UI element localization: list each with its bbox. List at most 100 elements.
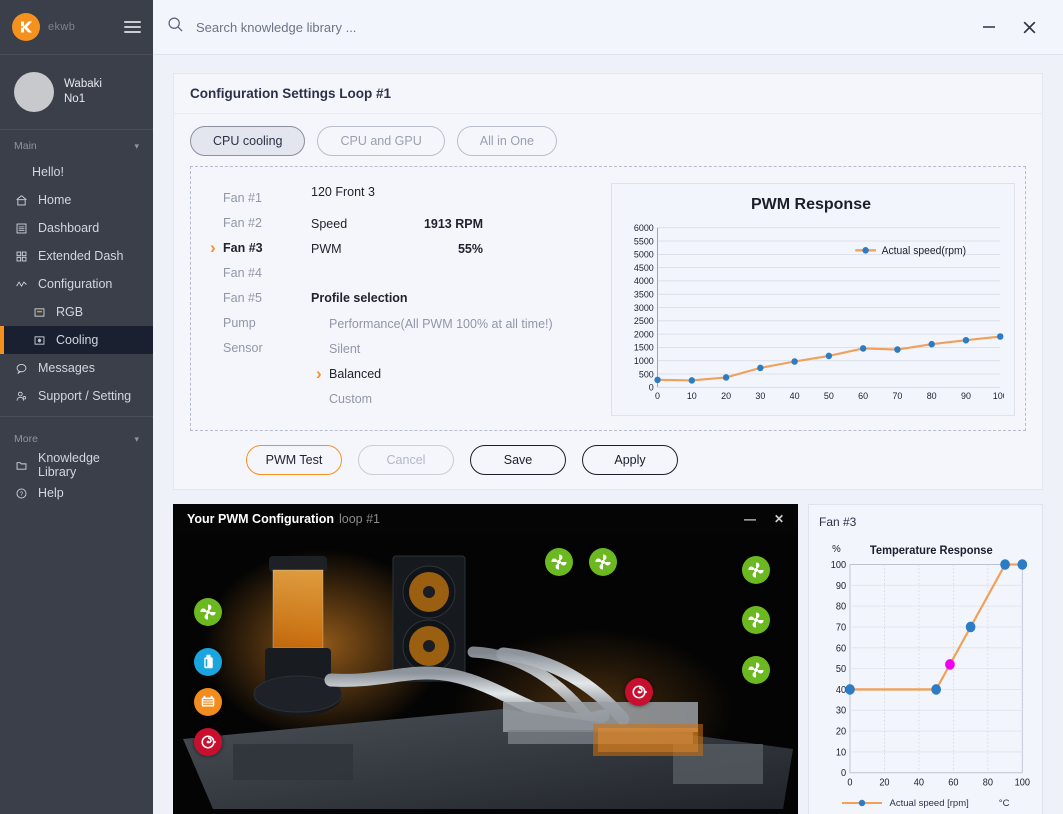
device-name: 120 Front 3 — [311, 185, 375, 199]
fan-list-item[interactable]: Sensor — [223, 335, 311, 360]
fan-list-item[interactable]: Fan #1 — [223, 185, 311, 210]
sidebar-item-home[interactable]: Home — [0, 186, 153, 214]
legend-label: Actual speed [rpm] — [889, 797, 969, 809]
svg-text:6000: 6000 — [634, 223, 654, 233]
fan-icon-badge[interactable] — [589, 547, 617, 576]
legend-marker-icon — [841, 799, 882, 807]
image-panel-minimize-button[interactable]: — — [744, 512, 756, 526]
home-icon — [14, 193, 29, 208]
pwm-chart-plot: 0 500 1000 1500 2000 2500 3000 3500 4000 4500 5000… — [618, 220, 1008, 409]
tab-cpu-and-gpu[interactable]: CPU and GPU — [317, 126, 445, 156]
image-panel-title: Your PWM Configuration — [187, 511, 334, 526]
grid-icon — [14, 249, 29, 264]
reservoir-icon-badge[interactable] — [194, 647, 222, 676]
pwm-response-chart: PWM Response 0 500 1000 1500 2000 2500 3000 350… — [611, 183, 1015, 416]
fan-icon-badge[interactable] — [742, 655, 770, 684]
svg-text:3000: 3000 — [634, 303, 654, 313]
watercooling-loop-photo — [173, 533, 798, 814]
apply-button[interactable]: Apply — [582, 444, 678, 475]
fan-icon-badge[interactable] — [545, 547, 573, 576]
svg-text:100: 100 — [1015, 777, 1030, 788]
configuration-card: Configuration Settings Loop #1 CPU cooli… — [173, 73, 1043, 490]
profile-selection-header: Profile selection — [311, 291, 408, 305]
sidebar-item-label: Dashboard — [38, 221, 100, 235]
help-icon: ? — [14, 486, 29, 501]
svg-text:0: 0 — [649, 382, 654, 392]
sidebar-section-more[interactable]: More ▾ — [0, 423, 153, 451]
svg-text:80: 80 — [927, 391, 937, 401]
image-panel-close-button[interactable]: ✕ — [774, 512, 784, 526]
close-button[interactable] — [1019, 17, 1039, 37]
hamburger-menu-icon[interactable] — [124, 21, 141, 33]
svg-text:0: 0 — [841, 767, 846, 778]
user-profile[interactable]: Wabaki No1 — [0, 55, 153, 130]
svg-text:50: 50 — [824, 391, 834, 401]
pump-icon-badge[interactable] — [194, 727, 222, 756]
fan-list-item[interactable]: Fan #5 — [223, 285, 311, 310]
svg-text:80: 80 — [836, 601, 846, 612]
sidebar-item-support-setting[interactable]: Support / Setting — [0, 382, 153, 410]
fan-icon-badge[interactable] — [194, 597, 222, 626]
search-input[interactable] — [196, 19, 616, 35]
svg-text:10: 10 — [687, 391, 697, 401]
support-icon — [14, 389, 29, 404]
sidebar-item-dashboard[interactable]: Dashboard — [0, 214, 153, 242]
svg-text:30: 30 — [836, 705, 846, 716]
svg-text:1000: 1000 — [634, 356, 654, 366]
sidebar-item-extended-dash[interactable]: Extended Dash — [0, 242, 153, 270]
cancel-button[interactable]: Cancel — [358, 444, 454, 475]
sidebar-item-label: RGB — [56, 305, 84, 319]
sidebar-section-main[interactable]: Main ▾ — [0, 130, 153, 158]
sidebar-item-hello[interactable]: Hello! — [0, 158, 153, 186]
profile-option-performance[interactable]: Performance(All PWM 100% at all time!) — [329, 311, 601, 336]
fan-list-item-selected[interactable]: Fan #3 — [210, 235, 311, 260]
fan-list: Fan #1 Fan #2 Fan #3 Fan #4 Fan #5 Pump … — [201, 183, 311, 416]
ekwb-logo-icon — [12, 13, 40, 41]
profile-option-silent[interactable]: Silent — [329, 336, 601, 361]
sidebar-item-label: Messages — [38, 361, 95, 375]
pwm-test-button[interactable]: PWM Test — [246, 444, 342, 475]
fan-icon-badge[interactable] — [742, 555, 770, 584]
search-bar[interactable] — [167, 16, 979, 38]
fan-list-item[interactable]: Pump — [223, 310, 311, 335]
chevron-down-icon: ▾ — [134, 140, 139, 151]
sidebar-item-label: Hello! — [32, 165, 64, 179]
svg-text:Temperature Response: Temperature Response — [870, 543, 993, 557]
sidebar-item-label: Extended Dash — [38, 249, 124, 263]
sidebar-item-messages[interactable]: Messages — [0, 354, 153, 382]
tab-all-in-one[interactable]: All in One — [456, 126, 557, 156]
fan-list-item[interactable]: Fan #4 — [223, 260, 311, 285]
minimize-button[interactable] — [979, 17, 999, 37]
sidebar-item-label: Knowledge Library — [38, 451, 100, 479]
radiator-icon-badge[interactable] — [194, 687, 222, 716]
image-panel-subtitle: loop #1 — [338, 511, 380, 526]
sidebar-item-help[interactable]: ? Help — [0, 479, 153, 507]
svg-text:100: 100 — [993, 391, 1004, 401]
svg-text:100: 100 — [831, 559, 846, 570]
search-icon — [167, 16, 184, 38]
svg-text:5500: 5500 — [634, 236, 654, 246]
profile-option-balanced-selected[interactable]: Balanced — [316, 361, 601, 386]
tab-cpu-cooling[interactable]: CPU cooling — [190, 126, 306, 156]
save-button[interactable]: Save — [470, 444, 566, 475]
chevron-down-icon: ▾ — [134, 433, 139, 444]
sidebar-item-rgb[interactable]: RGB — [0, 298, 153, 326]
image-panel-header: Your PWM Configuration loop #1 — ✕ — [173, 503, 798, 534]
image-panel-controls: — ✕ — [744, 512, 784, 526]
sidebar-item-knowledge-library[interactable]: Knowledge Library — [0, 451, 153, 479]
cooling-icon — [32, 333, 47, 348]
sidebar-item-label: Help — [38, 486, 64, 500]
svg-text:20: 20 — [836, 726, 846, 737]
sidebar-item-cooling[interactable]: Cooling — [0, 326, 153, 354]
action-buttons: PWM Test Cancel Save Apply — [230, 444, 1042, 489]
profile-option-custom[interactable]: Custom — [329, 386, 601, 411]
sidebar-logo-row: ekwb — [0, 0, 153, 55]
svg-text:40: 40 — [790, 391, 800, 401]
svg-text:90: 90 — [961, 391, 971, 401]
sidebar-item-configuration[interactable]: Configuration — [0, 270, 153, 298]
tabs: CPU cooling CPU and GPU All in One — [174, 114, 1042, 166]
fan-list-item[interactable]: Fan #2 — [223, 210, 311, 235]
fan-icon-badge[interactable] — [742, 605, 770, 634]
svg-text:1500: 1500 — [634, 343, 654, 353]
pump-icon-badge[interactable] — [625, 677, 653, 706]
